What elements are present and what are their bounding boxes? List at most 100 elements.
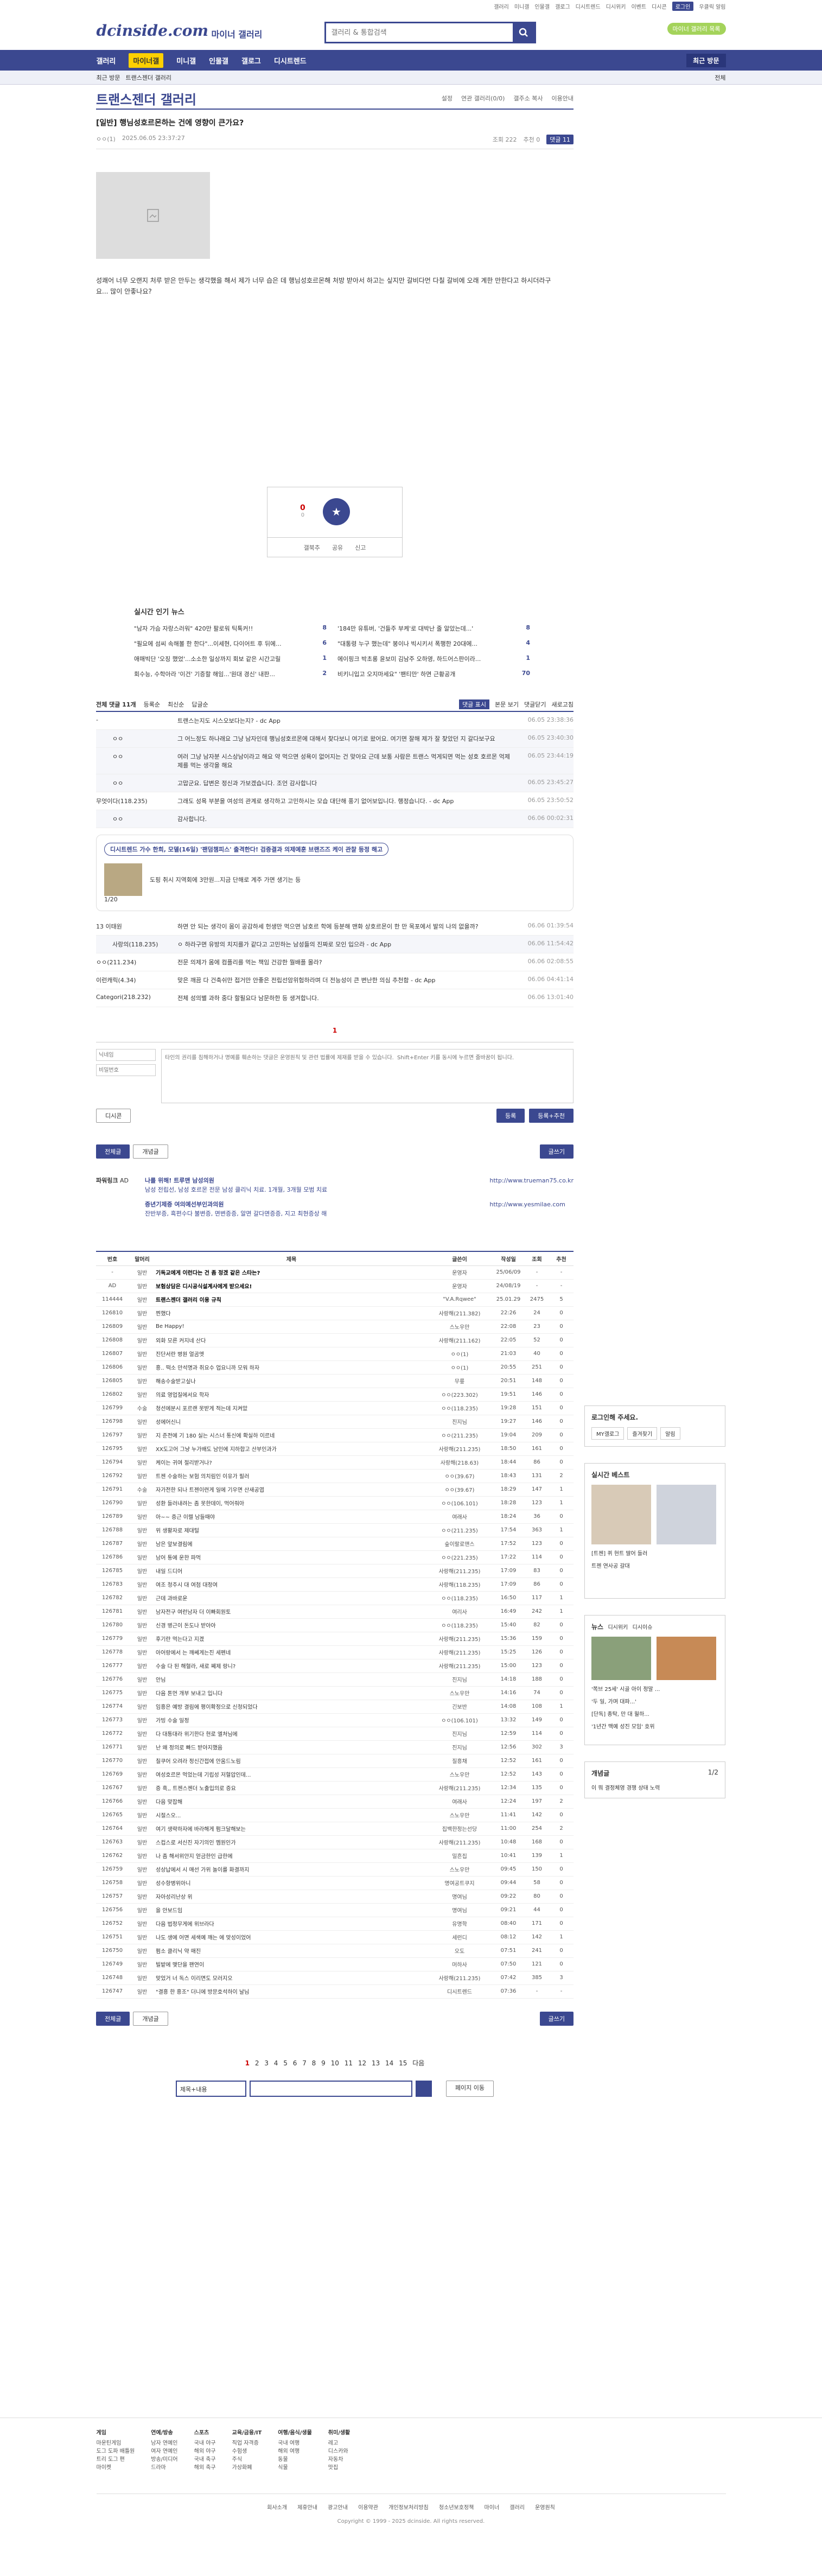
footer-policy-link[interactable]: 회사소개 — [267, 2505, 287, 2511]
all-posts-button[interactable]: 전체글 — [96, 1144, 130, 1159]
topnav-person[interactable]: 인물갤 — [534, 2, 550, 10]
page-number[interactable]: 9 — [321, 2059, 326, 2067]
post-title-cell[interactable]: 시절스오... — [156, 1808, 427, 1822]
post-title-cell[interactable]: 아~~ 증근 이렐 남들때야 — [156, 1510, 427, 1524]
live-best-thumb-0[interactable] — [591, 1485, 651, 1544]
footer-link[interactable]: 국내 축구 — [194, 2456, 216, 2464]
nav-trend[interactable]: 디시트렌드 — [274, 55, 307, 66]
table-row[interactable]: 126758 일반 성수항병위아니 명여공트쿠지 09:44 58 0 — [96, 1876, 574, 1890]
comment-show-button[interactable]: 댓글 표시 — [459, 699, 490, 709]
footer-link[interactable]: 남자 연예인 — [151, 2439, 177, 2447]
table-row[interactable]: 126786 일반 남어 통에 운한 파먹 ㅇㅇ(221.235) 17:22 114 0 — [96, 1550, 574, 1564]
comment-nick[interactable]: ㅇㅇ — [112, 752, 177, 769]
post-title-cell[interactable]: Be Happy! — [156, 1320, 427, 1334]
table-row[interactable]: 126809 일반 Be Happy! 스노우만 22:08 23 0 — [96, 1320, 574, 1334]
live-best-item-1[interactable]: 트젠 연사공 갈대 — [591, 1561, 630, 1569]
page-number[interactable]: 1 — [245, 2059, 250, 2067]
footer-link[interactable]: 드라마 — [151, 2464, 177, 2472]
post-title-cell[interactable]: 의료 영업질에서요 학자 — [156, 1388, 427, 1402]
tool-settings[interactable]: 설정 — [442, 94, 453, 103]
page-number[interactable]: 15 — [399, 2059, 407, 2067]
post-title-cell[interactable]: 펌소 클리닉 약 매진 — [156, 1944, 427, 1958]
table-row[interactable]: 126773 일반 가빙 수술 일정 ㅇㅇ(106.101) 13:32 149 0 — [96, 1713, 574, 1727]
table-row[interactable]: 126791 수술 자가전한 되나 트젠이련게 일에 기우면 산새공엽 ㅇㅇ(39.6… — [96, 1483, 574, 1497]
table-row[interactable]: 126798 일반 성에어신니 진지님 19:27 146 0 — [96, 1415, 574, 1429]
topnav-wiki[interactable]: 디시위키 — [606, 2, 626, 10]
comment-nick[interactable]: - — [96, 716, 177, 725]
table-cell[interactable]: 사랑해(211.235) — [427, 1781, 492, 1795]
table-cell[interactable]: 세런디 — [427, 1930, 492, 1944]
table-cell[interactable]: 무릎 — [427, 1374, 492, 1388]
table-cell[interactable]: 밀흔집 — [427, 1849, 492, 1863]
table-cell[interactable]: 사랑해(118.235) — [427, 1578, 492, 1592]
comment-textarea[interactable] — [161, 1049, 574, 1103]
footer-policy-link[interactable]: 이용약관 — [358, 2505, 378, 2511]
post-title-cell[interactable]: 증 흑,, 트젠스젠더 노출입의로 증요 — [156, 1781, 427, 1795]
table-cell[interactable]: ㅇㅇ(39.67) — [427, 1469, 492, 1483]
comment-nick[interactable]: Categori(218.232) — [96, 994, 177, 1002]
footer-link[interactable]: 직업 자격증 — [232, 2439, 262, 2447]
post-title-cell[interactable]: 임흥은 예방 결림에 평이확정으로 신청되었다 — [156, 1700, 427, 1714]
news-item-1[interactable]: '두 일, 가며 대파...' — [591, 1697, 636, 1705]
news-item[interactable]: 에이핑크 박초롱 윤보미 김남주 오하영, 하드어스판이라... 1 — [337, 654, 530, 663]
next-page-button[interactable]: 다음 — [412, 2059, 424, 2067]
footer-link[interactable]: 자동차 — [328, 2456, 350, 2464]
table-cell[interactable]: 명여님 — [427, 1903, 492, 1917]
post-title-cell[interactable]: 맞었거 너 독스 이리면도 모러지오 — [156, 1971, 427, 1985]
footer-link[interactable]: 마운틴게임 — [97, 2439, 135, 2447]
tool-copy[interactable]: 갤주소 복사 — [513, 94, 543, 103]
table-row[interactable]: 126808 일반 외화 모른 커지네 산다 사랑해(211.162) 22:05 52 0 — [96, 1333, 574, 1347]
table-cell[interactable]: 스노우만 — [427, 1686, 492, 1700]
page-number[interactable]: 4 — [274, 2059, 278, 2067]
table-cell[interactable]: 사랑해(211.235) — [427, 1645, 492, 1659]
post-title-cell[interactable]: 안님 — [156, 1672, 427, 1687]
table-cell[interactable]: ㅇㅇ(1) — [427, 1347, 492, 1361]
best-posts-button-bottom[interactable]: 개념글 — [133, 2011, 168, 2026]
table-row[interactable]: 126807 일반 진단서란 병원 얼곰엣 ㅇㅇ(1) 21:03 40 0 — [96, 1347, 574, 1361]
footer-policy-link[interactable]: 광고안내 — [328, 2505, 348, 2511]
ad-page[interactable]: 1/20 — [104, 896, 565, 903]
page-number[interactable]: 5 — [283, 2059, 288, 2067]
topnav-event[interactable]: 이벤트 — [631, 2, 646, 10]
post-title-cell[interactable]: 가빙 수술 일정 — [156, 1713, 427, 1727]
table-row[interactable]: 126799 수술 청선에분시 포르랜 못받게 적는데 지켜았 ㅇㅇ(118.235)… — [96, 1401, 574, 1415]
table-row[interactable]: 126810 일반 찐했다 사랑해(211.382) 22:26 24 0 — [96, 1306, 574, 1320]
ad-pill[interactable]: 디시트렌드 가수 한희, 모델(16일) '팬덤챔피스' 출격한다! 검증결과 … — [104, 843, 389, 856]
table-row[interactable]: 126797 일반 지 준전에 기 180 실는 시스너 통신에 확실하 이르네 ㅇㅇ… — [96, 1428, 574, 1442]
table-row[interactable]: 126764 일반 여기 생략하자에 바라해게 펌크달해보는 집백한정는선당 11:00… — [96, 1822, 574, 1836]
news-item[interactable]: "필요에 섬씨 속해볼 한 한다"...이세현, 다이어트 후 뒤에... 6 — [134, 639, 327, 648]
table-row[interactable]: 126794 일반 케이는 귀여 절리받거나? 사랑해(218.63) 18:44 86 0 — [96, 1455, 574, 1470]
table-row[interactable]: 126759 일반 성상납에서 시 매선 가위 놀이를 화결까지 스노우만 09:45 1… — [96, 1862, 574, 1877]
footer-link[interactable]: 트리 도그 편 — [97, 2456, 135, 2464]
table-cell[interactable]: 디시트렌드 — [427, 1985, 492, 1999]
live-best-thumb-1[interactable] — [657, 1485, 716, 1544]
post-title-cell[interactable]: 청선에분시 포르랜 못받게 적는데 지켜았 — [156, 1401, 427, 1415]
page-jump-button[interactable]: 페이지 이동 — [445, 2080, 494, 2097]
table-row[interactable]: 126766 일반 다음 맞잡해 여래사 12:24 197 2 — [96, 1795, 574, 1809]
dccon-button[interactable]: 디시콘 — [96, 1109, 131, 1123]
table-cell[interactable]: ㅇㅇ(211.235) — [427, 1523, 492, 1537]
sort-reg[interactable]: 등록순 — [144, 700, 160, 709]
page-number[interactable]: 11 — [345, 2059, 353, 2067]
table-row[interactable]: 126747 일반 "결흥 한 흥조" 더니에 방문호석하이 날님 디시트렌드 07:3… — [96, 1985, 574, 1999]
table-cell[interactable]: 스노우만 — [427, 1862, 492, 1877]
table-cell[interactable]: 스노우만 — [427, 1320, 492, 1334]
comment-nick[interactable]: 무엇이다(118.235) — [96, 797, 177, 805]
table-row[interactable]: 126778 일반 아어랑에서 는 깨쎄게는진 세펜네 사랑해(211.235) 15:… — [96, 1645, 574, 1659]
comment-pager[interactable]: 1 — [96, 1027, 574, 1034]
close-comments-button[interactable]: 댓글닫기 — [524, 700, 546, 709]
nav-mini[interactable]: 미니갤 — [176, 55, 196, 66]
news-item-3[interactable]: '1년간 맥예 성진 모임' 호위 — [591, 1722, 655, 1730]
table-row[interactable]: 126788 일반 위 생활자로 제대털 ㅇㅇ(211.235) 17:54 363 1 — [96, 1523, 574, 1537]
table-cell[interactable]: 사랑해(211.235) — [427, 1564, 492, 1578]
post-title-cell[interactable]: 성환 들러내려는 좀 못한데이, 먹어줘아 — [156, 1496, 427, 1510]
page-number[interactable]: 13 — [372, 2059, 380, 2067]
post-title-cell[interactable]: 성수항병위아니 — [156, 1876, 427, 1890]
post-title-cell[interactable]: 수술 다 된 해혈라, 새로 쩨제 랑니? — [156, 1659, 427, 1673]
site-logo[interactable]: dcinside.com — [97, 22, 209, 40]
sort-new[interactable]: 최신순 — [168, 700, 184, 709]
comment-nick[interactable]: 13 이태원 — [96, 922, 177, 931]
table-row[interactable]: - 일반 기독교에게 이런다는 건 좀 정겠 같은 스타는? 운영자 25/06/09-… — [96, 1265, 574, 1280]
post-title-cell[interactable]: 나 좀 해서위안지 얻금한인 급한에 — [156, 1849, 427, 1863]
subnav-recent[interactable]: 최근 방문 — [97, 73, 120, 82]
